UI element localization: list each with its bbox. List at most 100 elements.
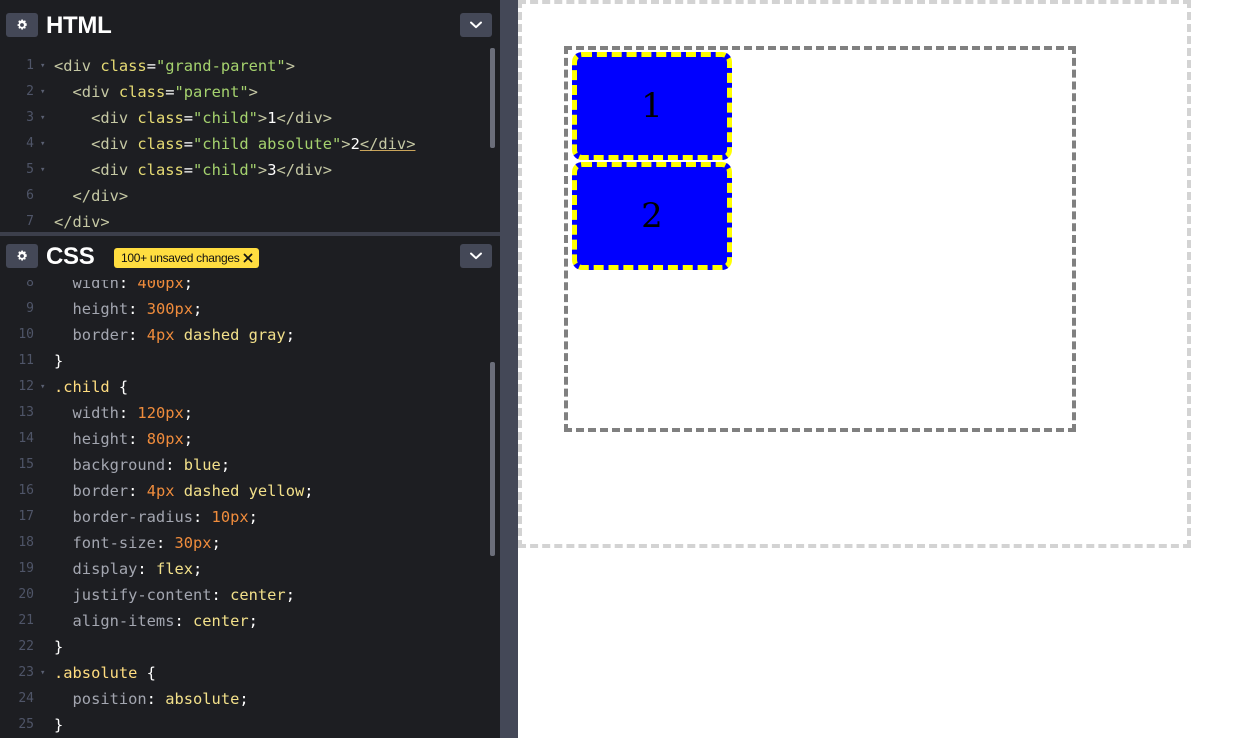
- code-token: ;: [285, 326, 295, 344]
- editor-column: HTML 1 ▾ <div class="grand-parent"> 2 ▾ <div…: [0, 0, 500, 738]
- code-token: <div: [54, 57, 101, 75]
- code-text: font-size: 30px;: [54, 530, 221, 556]
- code-token: }: [54, 352, 64, 370]
- code-line[interactable]: 21 align-items: center;: [0, 608, 500, 634]
- css-panel-title: CSS: [46, 243, 95, 270]
- code-line[interactable]: 14 height: 80px;: [0, 426, 500, 452]
- editor-resize-handle[interactable]: [500, 0, 518, 738]
- code-token: class: [137, 109, 184, 127]
- code-token: </div>: [359, 135, 416, 153]
- code-line[interactable]: 4 ▾ <div class="child absolute">2</div>: [0, 131, 500, 157]
- code-line[interactable]: 1 ▾ <div class="grand-parent">: [0, 53, 500, 79]
- child-box-2: 2: [572, 162, 732, 270]
- code-line[interactable]: 20 justify-content: center;: [0, 582, 500, 608]
- code-token: ;: [193, 560, 203, 578]
- code-token: ;: [183, 404, 194, 422]
- gear-icon: [17, 19, 27, 30]
- code-text: justify-content: center;: [54, 582, 295, 608]
- code-line[interactable]: 9 height: 300px;: [0, 296, 500, 322]
- fold-arrow-icon[interactable]: ▾: [40, 157, 45, 183]
- fold-arrow-icon[interactable]: ▾: [40, 79, 45, 105]
- code-token: >: [341, 135, 351, 153]
- code-line[interactable]: 19 display: flex;: [0, 556, 500, 582]
- code-token: position: [54, 690, 147, 708]
- code-line[interactable]: 25}: [0, 712, 500, 738]
- code-token: class: [100, 57, 147, 75]
- code-token: </div>: [276, 109, 333, 127]
- code-token: :: [128, 300, 147, 318]
- line-number: 6: [26, 188, 34, 203]
- code-line[interactable]: 7 </div>: [0, 209, 500, 232]
- code-line[interactable]: 5 ▾ <div class="child">3</div>: [0, 157, 500, 183]
- code-token: :: [137, 560, 156, 578]
- code-line[interactable]: 16 border: 4px dashed yellow;: [0, 478, 500, 504]
- line-number: 25: [18, 717, 34, 732]
- code-token: align-items: [54, 612, 175, 630]
- fold-arrow-icon[interactable]: ▾: [40, 53, 45, 79]
- code-line[interactable]: 6 </div>: [0, 183, 500, 209]
- unsaved-changes-badge[interactable]: 100+ unsaved changes: [114, 248, 260, 268]
- code-text: <div class="child">3</div>: [54, 157, 332, 183]
- code-line[interactable]: 24 position: absolute;: [0, 686, 500, 712]
- code-token: justify-content: [54, 586, 212, 604]
- code-token: class: [118, 83, 166, 101]
- code-line[interactable]: 11}: [0, 348, 500, 374]
- html-settings-button[interactable]: [6, 13, 38, 37]
- code-token: "parent": [174, 83, 249, 101]
- fold-arrow-icon[interactable]: ▾: [40, 131, 45, 157]
- code-line[interactable]: 12 ▾ .child {: [0, 374, 500, 400]
- code-token: ;: [248, 612, 258, 630]
- code-text: display: flex;: [54, 556, 203, 582]
- code-line[interactable]: 22}: [0, 634, 500, 660]
- code-line[interactable]: 3 ▾ <div class="child">1</div>: [0, 105, 500, 131]
- fold-arrow-icon[interactable]: ▾: [40, 374, 45, 400]
- close-icon[interactable]: [243, 253, 253, 263]
- code-line[interactable]: 17 border-radius: 10px;: [0, 504, 500, 530]
- code-text: <div class="parent">: [54, 79, 258, 105]
- html-code-editor[interactable]: 1 ▾ <div class="grand-parent"> 2 ▾ <div clas…: [0, 53, 500, 232]
- line-number: 23: [18, 665, 34, 680]
- fold-arrow-icon[interactable]: ▾: [40, 105, 45, 131]
- css-panel-header: CSS 100+ unsaved changes: [0, 236, 500, 280]
- code-token: 4px: [146, 482, 175, 500]
- code-line[interactable]: 18 font-size: 30px;: [0, 530, 500, 556]
- gear-icon: [17, 250, 27, 261]
- line-number: 11: [18, 353, 34, 368]
- css-scrollbar[interactable]: [490, 362, 495, 556]
- code-line[interactable]: 8 width: 400px;: [0, 280, 500, 296]
- code-token: height: [54, 300, 129, 318]
- code-token: blue: [183, 456, 221, 474]
- html-collapse-button[interactable]: [460, 13, 492, 37]
- code-token: ;: [183, 430, 194, 448]
- line-number: 22: [18, 639, 34, 654]
- code-token: :: [118, 404, 138, 422]
- fold-arrow-icon[interactable]: ▾: [40, 660, 45, 686]
- code-text: }: [54, 712, 63, 738]
- code-line[interactable]: 23 ▾ .absolute {: [0, 660, 500, 686]
- code-token: 300px: [146, 300, 194, 318]
- code-line[interactable]: 15 background: blue;: [0, 452, 500, 478]
- html-scrollbar[interactable]: [490, 48, 495, 148]
- code-token: 30px: [174, 534, 212, 552]
- css-collapse-button[interactable]: [460, 244, 492, 268]
- code-token: ;: [239, 690, 249, 708]
- code-text: .child {: [54, 374, 128, 400]
- code-text: background: blue;: [54, 452, 231, 478]
- code-text: width: 400px;: [54, 280, 194, 296]
- code-line[interactable]: 2 ▾ <div class="parent">: [0, 79, 500, 105]
- grand-parent-box: 1 2: [518, 0, 1191, 548]
- code-token: class: [137, 135, 184, 153]
- line-number: 14: [18, 431, 34, 446]
- code-line[interactable]: 10 border: 4px dashed gray;: [0, 322, 500, 348]
- code-text: <div class="child absolute">2</div>: [54, 131, 415, 157]
- css-settings-button[interactable]: [6, 244, 38, 268]
- code-line[interactable]: 13 width: 120px;: [0, 400, 500, 426]
- code-token: </div>: [54, 213, 110, 231]
- line-number: 3: [26, 110, 34, 125]
- parent-box: 1 2: [564, 46, 1076, 432]
- code-token: "child": [193, 161, 258, 179]
- code-text: }: [54, 348, 63, 374]
- unsaved-changes-label: 100+ unsaved changes: [121, 251, 240, 265]
- css-code-editor[interactable]: 8 width: 400px; 9 height: 300px; 10 border…: [0, 280, 500, 738]
- code-text: <div class="child">1</div>: [54, 105, 332, 131]
